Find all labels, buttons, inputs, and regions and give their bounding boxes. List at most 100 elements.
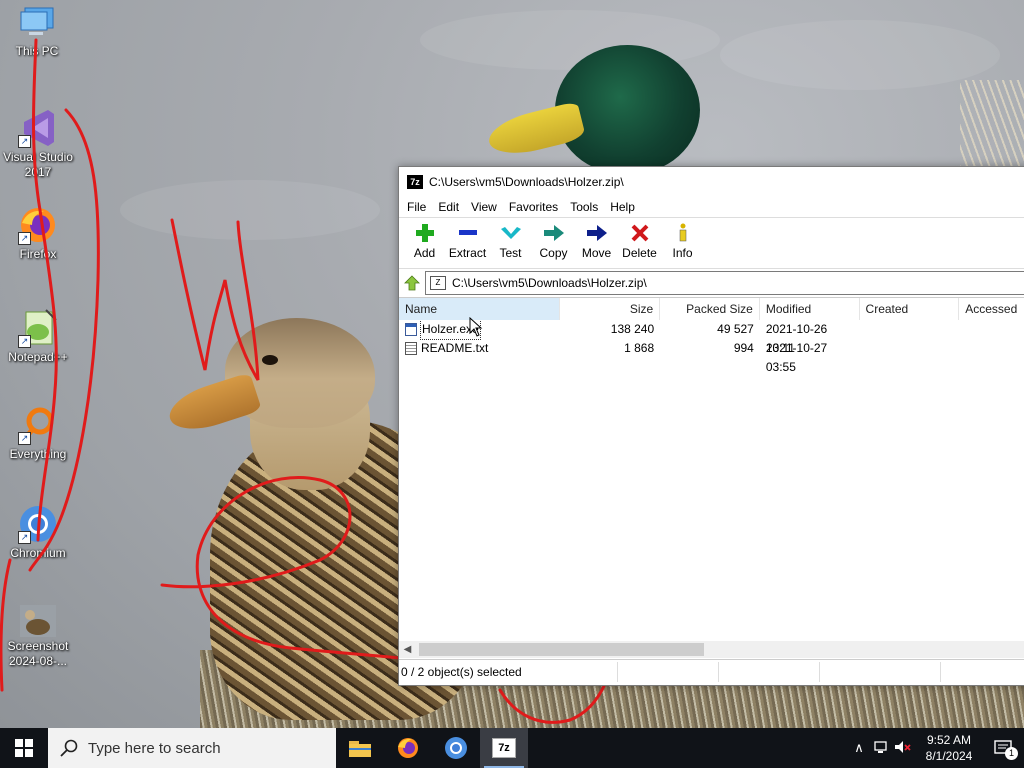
toolbar: Add Extract Test Copy Move Delete Info — [399, 217, 1024, 269]
exe-file-icon — [405, 323, 417, 336]
column-header-size[interactable]: Size — [560, 298, 661, 320]
desktop-icon-chromium[interactable]: ↗ Chromium — [1, 504, 75, 561]
window-title: C:\Users\vm5\Downloads\Holzer.zip\ — [429, 175, 624, 189]
extract-button[interactable]: Extract — [446, 218, 489, 266]
visual-studio-icon: ↗ — [18, 108, 58, 148]
shortcut-arrow-icon: ↗ — [18, 232, 31, 245]
file-name-cell: README.txt — [399, 339, 560, 358]
desktop-icon-label: Firefox — [19, 247, 57, 261]
grass-detail — [960, 80, 1024, 170]
column-header-modified[interactable]: Modified — [760, 298, 860, 320]
desktop-icon-label: Everything — [9, 447, 67, 461]
taskbar-firefox[interactable] — [384, 728, 432, 768]
scroll-left-icon[interactable]: ◀ — [399, 644, 416, 655]
desktop-icon-this-pc[interactable]: This PC — [0, 2, 74, 59]
7zip-icon: 7z — [492, 738, 516, 758]
address-path: C:\Users\vm5\Downloads\Holzer.zip\ — [452, 276, 647, 290]
file-accessed-cell — [959, 320, 1024, 339]
firefox-icon: ↗ — [18, 205, 58, 245]
file-list-header: Name Size Packed Size Modified Created A… — [399, 298, 1024, 320]
shortcut-arrow-icon: ↗ — [18, 335, 31, 348]
file-modified-cell: 2021-10-26 13:11 — [765, 322, 828, 355]
taskbar-7zip[interactable]: 7z — [480, 728, 528, 768]
magnifier-icon: ↗ — [18, 405, 58, 445]
horizontal-scrollbar[interactable]: ◀ — [399, 641, 1024, 658]
scrollbar-thumb[interactable] — [419, 643, 704, 656]
desktop-icon-label: Screenshot 2024-08-... — [7, 639, 69, 668]
table-row[interactable]: Holzer.exe 138 240 49 527 2021-10-26 13:… — [399, 319, 1024, 355]
status-segment — [820, 661, 941, 682]
menu-edit[interactable]: Edit — [432, 200, 465, 214]
test-button[interactable]: Test — [489, 218, 532, 266]
copy-button[interactable]: Copy — [532, 218, 575, 266]
taskbar-chromium[interactable] — [432, 728, 480, 768]
copy-arrow-icon — [543, 222, 565, 244]
up-arrow-icon — [404, 275, 420, 291]
file-packed-size-cell: 994 — [733, 341, 754, 355]
move-button[interactable]: Move — [575, 218, 618, 266]
column-header-packed-size[interactable]: Packed Size — [660, 298, 760, 320]
desktop-icon-firefox[interactable]: ↗ Firefox — [1, 205, 75, 262]
clock[interactable]: 9:52 AM 8/1/2024 — [914, 732, 984, 764]
female-duck-bill — [164, 372, 262, 438]
file-created-cell — [860, 339, 960, 358]
image-thumbnail-icon — [20, 605, 56, 637]
menu-file[interactable]: File — [401, 200, 432, 214]
water-ripple — [720, 20, 1000, 90]
column-header-accessed[interactable]: Accessed — [959, 298, 1024, 320]
chevron-up-icon[interactable]: ∧ — [848, 740, 870, 756]
volume-muted-icon[interactable] — [892, 740, 914, 757]
clock-date: 8/1/2024 — [925, 749, 973, 763]
7zip-file-manager-window[interactable]: 7z C:\Users\vm5\Downloads\Holzer.zip\ Fi… — [398, 166, 1024, 686]
desktop-icon-notepad-plus-plus[interactable]: ↗ Notepad++ — [1, 308, 75, 365]
x-icon — [629, 222, 651, 244]
column-header-created[interactable]: Created — [860, 298, 960, 320]
start-button[interactable] — [0, 728, 48, 768]
file-size-cell: 138 240 — [610, 322, 655, 336]
window-titlebar[interactable]: 7z C:\Users\vm5\Downloads\Holzer.zip\ — [399, 167, 1024, 197]
menu-favorites[interactable]: Favorites — [503, 200, 564, 214]
delete-button[interactable]: Delete — [618, 218, 661, 266]
status-segment — [618, 661, 719, 682]
up-folder-button[interactable] — [399, 271, 425, 295]
action-center-button[interactable]: 1 — [984, 728, 1024, 768]
plus-icon — [414, 222, 436, 244]
chromium-icon: ↗ — [18, 504, 58, 544]
desktop-icon-label: This PC — [15, 44, 59, 58]
desktop-icon-label: Chromium — [10, 546, 66, 560]
desktop-icon-everything[interactable]: ↗ Everything — [1, 405, 75, 462]
file-packed-size-cell: 49 527 — [717, 322, 754, 336]
desktop-icon-screenshot[interactable]: Screenshot 2024-08-... — [1, 605, 75, 669]
txt-file-icon — [405, 342, 417, 355]
move-arrow-icon — [586, 222, 608, 244]
windows-logo-icon — [15, 739, 33, 757]
table-row[interactable]: README.txt 1 868 994 2021-10-27 03:55 — [399, 339, 1024, 374]
info-button[interactable]: Info — [661, 218, 704, 266]
minus-icon — [457, 222, 479, 244]
menu-tools[interactable]: Tools — [564, 200, 604, 214]
desktop-icon-label: Visual Studio 2017 — [3, 150, 73, 179]
zip-archive-icon: Z — [430, 276, 446, 290]
monitor-icon — [17, 2, 57, 42]
menu-bar: File Edit View Favorites Tools Help — [399, 197, 1024, 217]
check-icon — [500, 222, 522, 244]
search-placeholder: Type here to search — [88, 739, 221, 757]
menu-help[interactable]: Help — [604, 200, 641, 214]
chromium-icon — [445, 737, 467, 759]
status-segment — [719, 661, 820, 682]
shortcut-arrow-icon: ↗ — [18, 432, 31, 445]
menu-view[interactable]: View — [465, 200, 503, 214]
taskbar-file-explorer[interactable] — [336, 728, 384, 768]
taskbar-search-box[interactable]: Type here to search — [48, 728, 336, 768]
add-button[interactable]: Add — [403, 218, 446, 266]
file-list: Holzer.exe 138 240 49 527 2021-10-26 13:… — [399, 319, 1024, 374]
shortcut-arrow-icon: ↗ — [18, 531, 31, 544]
network-icon[interactable] — [870, 740, 892, 757]
female-duck-eye — [262, 355, 278, 365]
address-bar[interactable]: Z C:\Users\vm5\Downloads\Holzer.zip\ — [425, 271, 1024, 295]
status-bar: 0 / 2 object(s) selected — [399, 659, 1024, 683]
file-accessed-cell — [959, 339, 1024, 358]
mallard-duck-bill — [484, 101, 587, 161]
desktop-icon-visual-studio[interactable]: ↗ Visual Studio 2017 — [1, 108, 75, 180]
file-created-cell — [860, 320, 960, 339]
